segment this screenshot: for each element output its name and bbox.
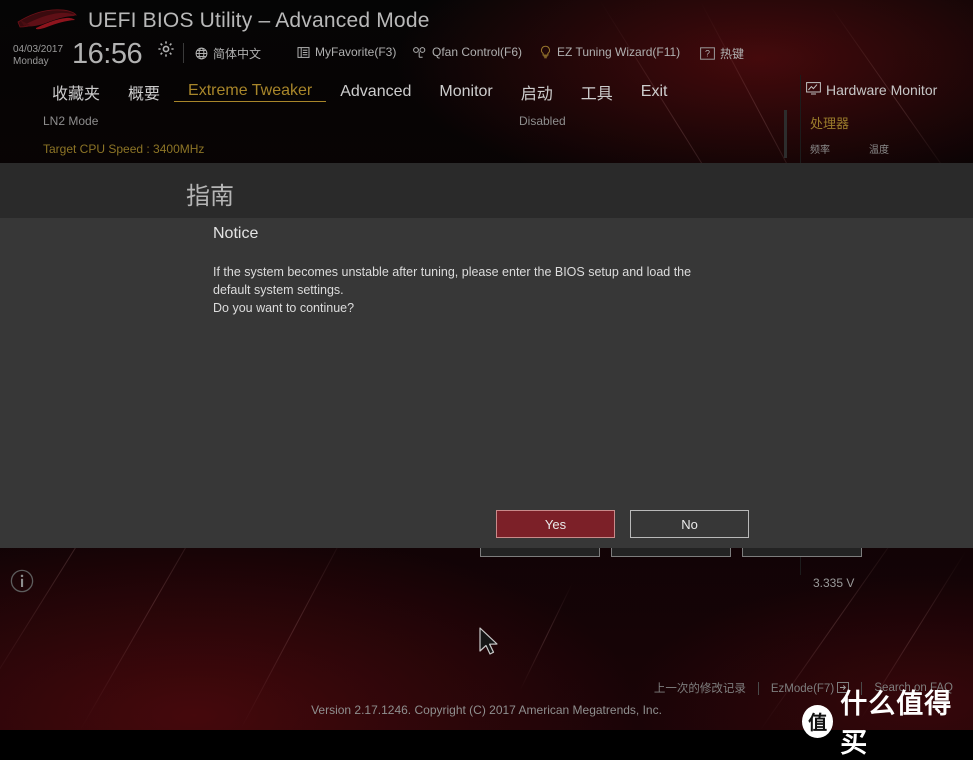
footer-link-last-modified[interactable]: 上一次的修改记录 [642,680,758,696]
header-menu-myfavorite-label: MyFavorite(F3) [315,45,397,59]
svg-text:?: ? [705,48,710,58]
date-text: 04/03/2017 [13,44,64,55]
nav-tab-advanced[interactable]: Advanced [326,83,425,101]
target-cpu-speed-text: Target CPU Speed : 3400MHz [43,142,205,156]
dialog-message-line-2: default system settings. [213,283,344,297]
header-menu-qfan[interactable]: Qfan Control(F6) [412,45,522,59]
nav-tab-monitor[interactable]: Monitor [425,83,506,101]
header-menu-eztuning-label: EZ Tuning Wizard(F11) [557,45,681,59]
header-menu-qfan-label: Qfan Control(F6) [432,45,523,59]
dialog-message: If the system becomes unstable after tun… [213,263,758,317]
hardware-monitor-title-label: Hardware Monitor [826,82,938,98]
header-menu-hotkeys-label: 热键 [720,47,745,61]
header-menu-language[interactable]: 简体中文 [195,45,261,62]
top-header: UEFI BIOS Utility – Advanced Mode 04/03/… [0,0,973,75]
watermark-text: 什么值得买 [840,689,953,759]
no-button[interactable]: No [630,510,749,538]
settings-scrollbar[interactable] [784,110,787,158]
header-menu-myfavorite[interactable]: MyFavorite(F3) [297,45,396,59]
dialog-message-line-1: If the system becomes unstable after tun… [213,265,692,279]
header-menu-hotkeys[interactable]: ? 热键 [700,45,744,62]
page-title: UEFI BIOS Utility – Advanced Mode [88,9,430,32]
setting-value-ln2-mode[interactable]: Disabled [519,114,566,128]
dialog-titlebar: 指南 [0,163,973,218]
notice-dialog: 指南 Notice If the system becomes unstable… [0,163,973,548]
list-icon [297,46,310,59]
header-menu-eztuning[interactable]: EZ Tuning Wizard(F11) [539,45,680,59]
header-divider [183,43,184,63]
hardware-monitor-title: Hardware Monitor [806,82,937,98]
gear-icon[interactable] [157,40,175,58]
globe-icon [195,47,208,60]
header-menu-language-label: 简体中文 [213,47,262,61]
nav-tab-boot[interactable]: 启动 [507,80,567,104]
question-box-icon: ? [700,47,715,60]
nav-tab-extreme-tweaker[interactable]: Extreme Tweaker [174,82,327,102]
hardware-monitor-section-cpu: 处理器 [810,116,850,131]
dialog-title: 指南 [186,183,234,210]
date-display: 04/03/2017 Monday [13,44,63,68]
dialog-message-line-3: Do you want to continue? [213,301,355,315]
nav-tab-exit[interactable]: Exit [627,83,682,101]
nav-tab-favorites[interactable]: 收藏夹 [38,80,114,104]
info-circle-icon[interactable] [10,569,34,593]
setting-label-ln2-mode: LN2 Mode [43,114,99,128]
nav-tab-main[interactable]: 概要 [114,80,174,104]
weekday-text: Monday [13,56,49,67]
clock-display: 16:56 [72,38,143,70]
rog-eye-logo [16,8,78,38]
main-navigation: 收藏夹 概要 Extreme Tweaker Advanced Monitor … [0,75,800,108]
watermark: 值 什么值得买 [802,682,973,760]
hardware-monitor-column-temperature: 温度 [869,145,889,156]
dialog-button-row: Yes No [0,510,973,538]
bulb-icon [539,45,552,59]
fan-icon [412,46,427,59]
hardware-monitor-value-voltage: 3.335 V [813,576,855,590]
monitor-icon [806,82,821,98]
dialog-heading: Notice [213,225,259,242]
yes-button[interactable]: Yes [496,510,615,538]
hardware-monitor-column-frequency: 频率 [810,145,830,156]
watermark-badge: 值 [802,704,834,738]
nav-tab-tool[interactable]: 工具 [567,80,627,104]
settings-panel: LN2 Mode Disabled Target CPU Speed : 340… [0,108,788,163]
